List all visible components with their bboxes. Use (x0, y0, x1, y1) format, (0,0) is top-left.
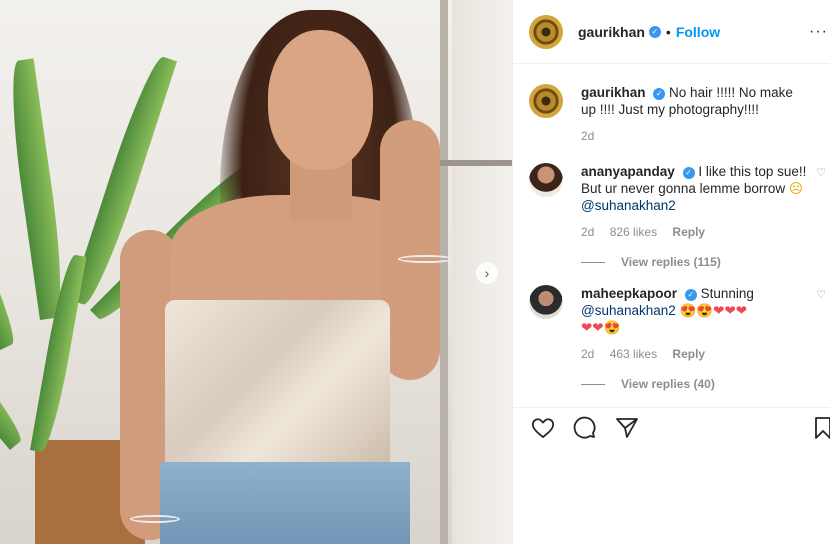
heart-icon[interactable] (529, 414, 557, 442)
follow-button[interactable]: Follow (676, 24, 720, 40)
view-replies-label: View replies (40) (621, 377, 715, 391)
comment-likes[interactable]: 463 likes (610, 347, 657, 361)
bracelet (130, 515, 180, 523)
comment-time[interactable]: 2d (581, 225, 594, 239)
next-image-button[interactable]: › (476, 262, 498, 284)
more-icon[interactable]: ··· (809, 23, 828, 41)
comments-list: gaurikhan ✓ No hair !!!!! No make up !!!… (513, 84, 830, 391)
reply-button[interactable]: Reply (672, 225, 705, 239)
comment-meta: 2d 463 likes Reply (581, 346, 811, 363)
chevron-right-icon: › (484, 265, 490, 281)
top-garment (165, 300, 390, 480)
comment-likes[interactable]: 826 likes (610, 225, 657, 239)
post-photo[interactable]: › (0, 0, 512, 544)
comment-username[interactable]: ananyapanday (581, 164, 675, 179)
comment-username[interactable]: maheepkapoor (581, 286, 677, 301)
separator-dot: • (665, 23, 671, 40)
bookmark-icon[interactable] (809, 414, 830, 442)
comment-time[interactable]: 2d (581, 129, 594, 143)
comment-mention[interactable]: @suhanakhan2 (581, 303, 676, 318)
avatar[interactable] (529, 285, 563, 319)
comment-time[interactable]: 2d (581, 347, 594, 361)
share-icon[interactable] (613, 414, 641, 442)
comment-mention[interactable]: @suhanakhan2 (581, 198, 676, 213)
comment-meta: 2d 826 likes Reply (581, 224, 811, 241)
avatar[interactable] (529, 84, 563, 118)
sad-face-emoji: ☹ (788, 181, 803, 196)
jeans (160, 462, 410, 544)
avatar[interactable] (529, 163, 563, 197)
author-username[interactable]: gaurikhan (578, 24, 645, 40)
list-item: maheepkapoor ✓ Stunning @suhanakhan2 😍😍❤… (529, 285, 826, 363)
bracelet (398, 255, 453, 263)
plant-leaf (3, 58, 70, 321)
comment-meta: 2d (581, 128, 811, 145)
emoji-row: 😍😍❤❤❤ (679, 303, 748, 318)
face (268, 30, 373, 170)
verified-icon: ✓ (684, 289, 697, 301)
action-bar (513, 407, 830, 447)
divider (581, 383, 605, 385)
verified-icon: ✓ (653, 88, 666, 100)
verified-icon: ✓ (648, 25, 661, 38)
caption-comment: gaurikhan ✓ No hair !!!!! No make up !!!… (529, 84, 814, 145)
view-replies-button[interactable]: View replies (40) (581, 377, 814, 391)
list-item: ananyapanday ✓ I like this top sue!! But… (529, 163, 826, 241)
person-figure (110, 0, 453, 544)
comment-text: Stunning (700, 286, 754, 301)
post-header: gaurikhan ✓ • Follow ··· (513, 0, 830, 64)
verified-icon: ✓ (682, 167, 695, 179)
avatar[interactable] (529, 14, 563, 49)
comment-username[interactable]: gaurikhan (581, 85, 646, 100)
heart-icon[interactable]: ♡ (816, 166, 826, 179)
emoji-row: ❤❤😍 (581, 320, 621, 335)
heart-icon[interactable]: ♡ (816, 288, 826, 301)
reply-button[interactable]: Reply (672, 347, 705, 361)
comment-icon[interactable] (571, 414, 599, 442)
view-replies-button[interactable]: View replies (115) (581, 255, 814, 269)
view-replies-label: View replies (115) (621, 255, 721, 269)
post-sidebar: gaurikhan ✓ • Follow ··· gaurikhan ✓ No … (512, 0, 830, 544)
plant-leaf (0, 257, 30, 450)
divider (581, 261, 605, 263)
